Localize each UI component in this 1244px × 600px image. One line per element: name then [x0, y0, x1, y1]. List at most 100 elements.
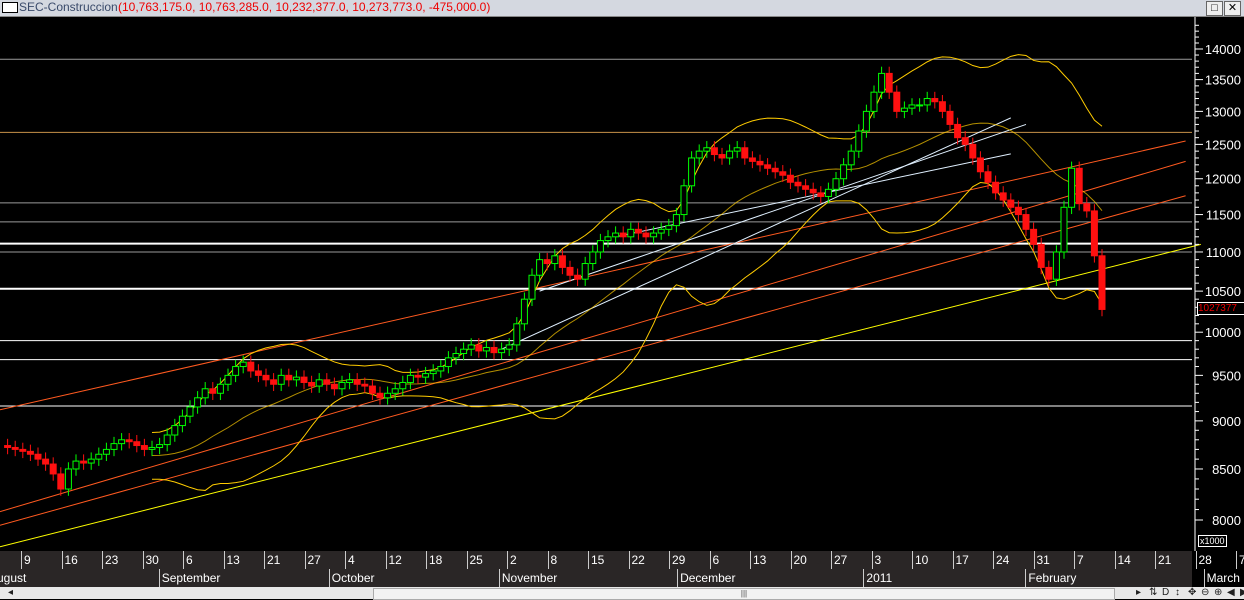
candle-body [414, 374, 422, 378]
candle-body [581, 263, 589, 280]
y-tick-label: 13500 [1205, 73, 1241, 88]
candle-body [361, 383, 369, 387]
candle-body [247, 361, 255, 372]
candle-body [855, 130, 863, 152]
candle-body [216, 383, 224, 394]
y-tick-label: 8000 [1212, 513, 1241, 528]
candle-body [315, 379, 323, 387]
toolbar-icon-1[interactable]: ⇅ [1149, 587, 1157, 598]
toolbar-icon-8[interactable]: ▶ [1240, 587, 1244, 598]
y-tick-label: 9500 [1212, 368, 1241, 383]
x-month-label: March [1203, 569, 1240, 587]
candle-body [992, 181, 1000, 194]
candle-body [1068, 167, 1076, 208]
x-tick-label: 25 [466, 551, 483, 569]
candle-body [140, 445, 148, 450]
candle-body [1007, 199, 1015, 208]
candle-body [771, 167, 779, 173]
toolbar-icon-5[interactable]: ⊖ [1201, 587, 1209, 598]
candle-body [209, 388, 217, 394]
candle-body [824, 188, 832, 197]
x-tick-label: 14 [1114, 551, 1131, 569]
maximize-button[interactable]: □ [1206, 1, 1223, 16]
toolbar-icon-4[interactable]: ✥ [1188, 587, 1196, 598]
candle-body [133, 441, 141, 447]
x-month-label: February [1025, 569, 1076, 587]
candle-body [26, 450, 34, 455]
candle-body [194, 397, 202, 408]
y-tick-label: 14000 [1205, 42, 1241, 57]
channel-line [0, 195, 1186, 526]
horizontal-scrollbar[interactable]: ◂ ||| ▸ ⇅ D ↕ ✥ ⊖ ⊕ ◀ ▶ [0, 587, 1244, 600]
candle-body [467, 344, 475, 350]
candle-body [832, 178, 840, 190]
toolbar-icon-3[interactable]: ↕ [1175, 587, 1180, 598]
candle-body [505, 344, 513, 350]
candle-body [224, 374, 232, 385]
candle-body [391, 388, 399, 394]
candle-body [171, 425, 179, 436]
candle-body [847, 150, 855, 166]
candle-body [574, 274, 582, 280]
candle-body [612, 232, 620, 238]
candle-body [11, 446, 19, 450]
candle-body [490, 346, 498, 354]
candle-body [916, 104, 924, 107]
candle-body [42, 458, 50, 465]
candle-body [95, 453, 103, 460]
candle-body [1060, 206, 1068, 253]
candle-body [4, 445, 12, 448]
candle-body [748, 157, 756, 162]
candle-body [893, 91, 901, 112]
toolbar-icon-7[interactable]: ◀ [1227, 587, 1235, 598]
x-tick-label: 13 [223, 551, 240, 569]
window-icon [2, 2, 18, 13]
price-chart[interactable]: 8000 8500 9000 9500 10000 10500 11000 11500 1200… [0, 17, 1244, 551]
candle-body [338, 381, 346, 390]
candle-body [650, 232, 658, 238]
toolbar-icon-6[interactable]: ⊕ [1214, 587, 1222, 598]
candle-body [102, 448, 110, 455]
x-tick-label: 30 [142, 551, 159, 569]
close-button[interactable]: ✕ [1224, 1, 1241, 16]
candle-body [923, 98, 931, 106]
y-tick-label: 13000 [1205, 104, 1241, 119]
trend-line [501, 117, 1012, 350]
toolbar-icon-0[interactable]: ▸ [1136, 587, 1141, 598]
candle-body [1052, 251, 1060, 280]
candle-body [969, 143, 977, 159]
scroll-thumb[interactable]: ||| [373, 588, 1115, 600]
candle-body [80, 460, 88, 464]
candle-body [308, 381, 316, 387]
scroll-left-icon[interactable]: ◂ [8, 587, 13, 598]
y-tick-label: 11500 [1206, 208, 1241, 223]
candle-body [786, 174, 794, 183]
candle-body [300, 376, 308, 383]
x-tick-label: 6 [183, 551, 193, 569]
candle-body [710, 147, 718, 156]
candle-body [938, 101, 946, 112]
candle-body [604, 236, 612, 242]
candle-body [178, 415, 186, 427]
candle-body [19, 448, 27, 452]
candle-body [148, 446, 156, 450]
x-month-label: October [328, 569, 374, 587]
candle-body [627, 228, 635, 238]
candle-body [885, 72, 893, 93]
candle-body [49, 463, 57, 475]
candle-body [330, 383, 338, 390]
channel-line [0, 140, 1186, 411]
candle-body [703, 147, 711, 152]
candle-body [1022, 214, 1030, 230]
x-month-label: September [158, 569, 220, 587]
candle-body [764, 164, 772, 169]
candle-body [543, 259, 551, 265]
channel-line [0, 160, 1186, 513]
toolbar-icon-2[interactable]: D [1162, 587, 1169, 598]
candle-body [163, 434, 171, 446]
candle-body [665, 225, 673, 230]
candle-body [976, 157, 984, 173]
x-tick-label: 3 [871, 551, 881, 569]
candle-body [513, 323, 521, 346]
candle-body [475, 344, 483, 352]
